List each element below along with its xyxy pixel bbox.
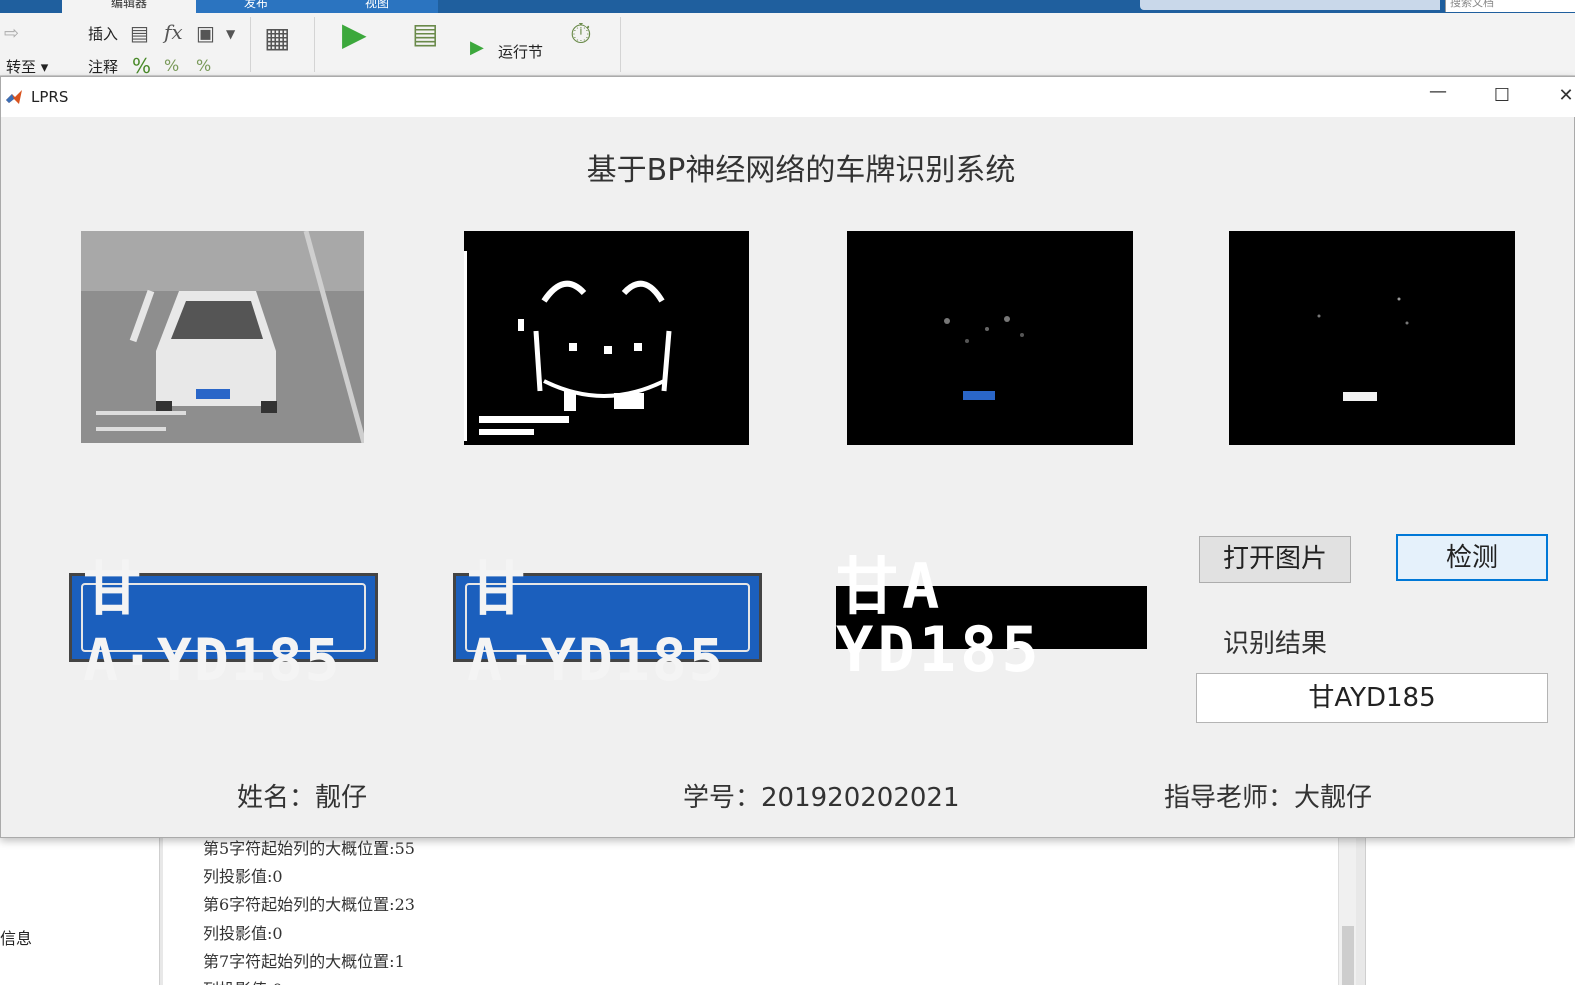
edge-detection-image xyxy=(464,231,749,445)
advisor-name: 指导老师：大靓仔 xyxy=(1164,783,1373,813)
ribbon-tab-bar: 编辑器 发布 视图 搜索文档 xyxy=(0,0,1575,13)
plate-text: 甘A·YD185 xyxy=(465,555,750,694)
run-and-advance-icon[interactable]: ▤ xyxy=(412,20,438,48)
open-image-button[interactable]: 打开图片 xyxy=(1199,536,1351,583)
ribbon-separator xyxy=(620,17,621,72)
forward-icon[interactable]: ⇨ xyxy=(4,23,19,45)
lprs-window: LPRS — ☐ ✕ 基于BP神经网络的车牌识别系统 甘A·YD185 甘A·Y… xyxy=(0,76,1575,838)
run-and-time-icon[interactable]: ⏱ xyxy=(570,20,592,48)
uncomment-icon[interactable]: % xyxy=(164,55,179,77)
comment-button[interactable]: 注释 xyxy=(88,56,118,77)
matlab-logo-icon xyxy=(5,88,23,106)
right-panel xyxy=(1365,838,1575,985)
quick-access-toolbar[interactable] xyxy=(1140,0,1440,10)
tab-view[interactable]: 视图 xyxy=(316,0,438,13)
command-window[interactable]: 第5字符起始列的大概位置:55 列投影值:0 第6字符起始列的大概位置:23 列… xyxy=(163,838,1338,985)
tab-publish[interactable]: 发布 xyxy=(196,0,316,13)
comment-percent-icon[interactable]: % xyxy=(132,55,151,77)
goto-button[interactable]: 转至 ▾ xyxy=(6,56,48,77)
format-icon[interactable]: ▣ xyxy=(196,22,215,44)
plate-region-image xyxy=(1229,231,1515,445)
morphology-image xyxy=(847,231,1133,445)
result-field[interactable]: 甘AYD185 xyxy=(1196,673,1548,723)
console-line: 列投影值:0 xyxy=(203,924,283,943)
page-title: 基于BP神经网络的车牌识别系统 xyxy=(586,153,1016,188)
console-line: 第6字符起始列的大概位置:23 xyxy=(203,895,415,914)
window-title: LPRS xyxy=(31,88,69,106)
student-name: 姓名：靓仔 xyxy=(237,783,368,813)
wrap-comments-icon[interactable]: % xyxy=(196,55,211,77)
scrollbar-thumb[interactable] xyxy=(1342,926,1354,985)
result-label: 识别结果 xyxy=(1223,629,1328,659)
run-icon[interactable]: ▶ xyxy=(342,18,367,50)
console-line: 列投影值:0 xyxy=(203,976,283,985)
console-line: 第7字符起始列的大概位置:1 xyxy=(203,952,405,971)
ribbon-separator xyxy=(314,17,315,72)
plate-text: 甘A·YD185 xyxy=(81,555,366,694)
insert-section-icon[interactable]: ▤ xyxy=(130,22,149,44)
close-icon[interactable]: ✕ xyxy=(1551,85,1575,106)
info-label: 信息 xyxy=(0,929,33,948)
run-section-icon[interactable]: ▶ xyxy=(470,37,484,59)
run-section-button[interactable]: 运行节 xyxy=(498,41,543,62)
plate-binary-image: 甘A YD185 xyxy=(836,555,1147,681)
ribbon-toolbar: ⇨ 转至 ▾ 插入 ▤ fx ▣ ▼ 注释 % % % ▦ ▶ ▤ ▶ 运行节 … xyxy=(0,13,1575,77)
detect-button[interactable]: 检测 xyxy=(1396,534,1548,581)
chevron-down-icon[interactable]: ▼ xyxy=(226,23,235,45)
minimize-icon[interactable]: — xyxy=(1423,81,1453,102)
console-line: 列投影值:0 xyxy=(203,867,283,886)
breakpoints-icon[interactable]: ▦ xyxy=(264,24,290,52)
workspace-panel xyxy=(0,838,160,985)
window-titlebar[interactable]: LPRS — ☐ ✕ xyxy=(1,77,1575,117)
console-line: 第5字符起始列的大概位置:55 xyxy=(203,839,415,858)
plate-color-image: 甘A·YD185 xyxy=(69,555,378,694)
maximize-icon[interactable]: ☐ xyxy=(1487,85,1517,106)
search-docs-input[interactable]: 搜索文档 xyxy=(1445,0,1575,12)
insert-button[interactable]: 插入 xyxy=(88,23,118,44)
plate-corrected-image: 甘A·YD185 xyxy=(453,555,762,694)
console-scrollbar[interactable] xyxy=(1338,838,1356,985)
student-id: 学号：201920202021 xyxy=(683,783,960,813)
tab-editor[interactable]: 编辑器 xyxy=(62,0,196,13)
fx-icon[interactable]: fx xyxy=(164,21,183,43)
original-car-image xyxy=(81,231,364,443)
ribbon-separator xyxy=(250,17,251,72)
